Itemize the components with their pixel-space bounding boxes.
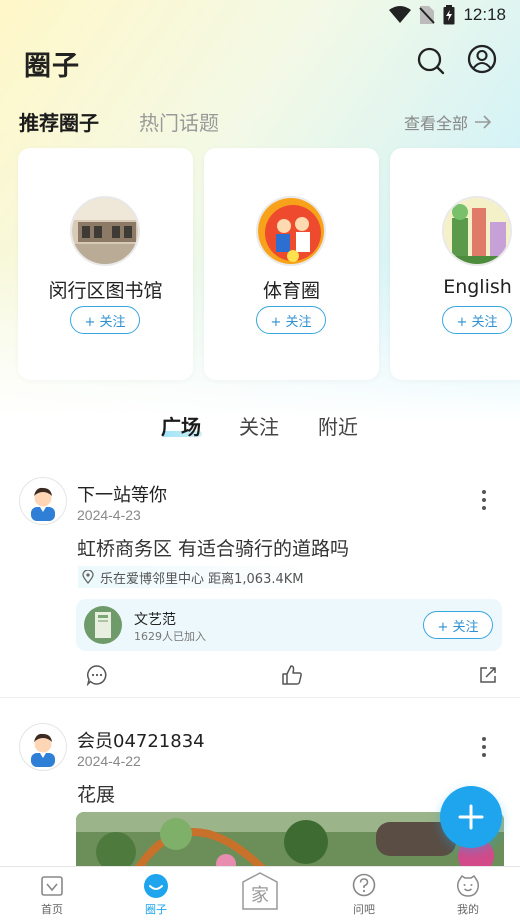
- wifi-icon: [389, 6, 412, 23]
- post-divider: [0, 697, 520, 698]
- nav-ask[interactable]: 问吧: [334, 873, 394, 917]
- circle-avatar: [70, 196, 140, 266]
- more-options-icon[interactable]: [474, 488, 494, 512]
- nav-label: 我的: [457, 903, 479, 916]
- more-options-icon[interactable]: [474, 735, 494, 759]
- location-pin-icon: [82, 570, 94, 584]
- tab-square[interactable]: 广场: [161, 411, 201, 440]
- bottom-navigation: 首页 圈子 家 问吧 我的: [0, 866, 520, 924]
- location-tag[interactable]: 乐在爱博邻里中心 距离1,063.4KM: [78, 566, 312, 588]
- nav-circle[interactable]: 圈子: [126, 873, 186, 917]
- profile-icon[interactable]: [467, 44, 497, 74]
- comment-icon[interactable]: [86, 664, 108, 686]
- smile-icon: [457, 874, 479, 897]
- status-time: 12:18: [463, 5, 506, 24]
- view-all-label: 查看全部: [404, 114, 469, 133]
- post-username[interactable]: 会员04721834: [77, 727, 205, 753]
- avatar[interactable]: [19, 723, 67, 771]
- tab-hot-topics[interactable]: 热门话题: [139, 107, 219, 136]
- location-text: 乐在爱博邻里中心 距离1,063.4KM: [100, 571, 304, 587]
- post-date: 2024-4-23: [77, 507, 141, 523]
- family-icon: 家: [242, 872, 278, 910]
- question-icon: [352, 873, 376, 897]
- arrow-right-icon: [475, 115, 492, 129]
- circle-avatar: [256, 196, 326, 266]
- tab-nearby[interactable]: 附近: [318, 411, 358, 440]
- avatar[interactable]: [19, 477, 67, 525]
- no-sim-icon: [419, 6, 436, 24]
- like-icon[interactable]: [281, 664, 303, 686]
- circle-card-english[interactable]: English + 关注: [390, 148, 520, 380]
- follow-button[interactable]: + 关注: [442, 306, 512, 334]
- post-text[interactable]: 虹桥商务区 有适合骑行的道路吗: [77, 534, 349, 561]
- nav-label: 圈子: [145, 903, 167, 916]
- circle-name: 闵行区图书馆: [48, 280, 163, 302]
- user-avatar-icon: [31, 487, 55, 521]
- nav-label: 首页: [41, 903, 63, 916]
- post-username[interactable]: 下一站等你: [77, 481, 167, 507]
- circle-avatar: [442, 196, 512, 266]
- follow-button[interactable]: + 关注: [423, 611, 493, 639]
- nav-family[interactable]: 家: [230, 871, 290, 911]
- nav-mine[interactable]: 我的: [438, 873, 498, 917]
- view-all-link[interactable]: 查看全部: [404, 110, 492, 134]
- post-date: 2024-4-22: [77, 753, 141, 769]
- post-text[interactable]: 花展: [77, 780, 115, 807]
- plus-icon: [458, 804, 484, 830]
- share-icon[interactable]: [477, 664, 499, 686]
- post-circle-strip[interactable]: 文艺范 1629人已加入 + 关注: [76, 599, 502, 651]
- circle-icon: [144, 874, 168, 898]
- battery-icon: [443, 5, 455, 25]
- circle-card-library[interactable]: 闵行区图书馆 + 关注: [18, 148, 193, 380]
- home-icon: [41, 876, 63, 896]
- circle-thumbnail: [84, 606, 122, 644]
- nav-label: 问吧: [353, 903, 375, 916]
- page-title: 圈子: [24, 51, 80, 82]
- user-avatar-icon: [31, 733, 55, 767]
- circle-name: 文艺范: [134, 612, 176, 628]
- tab-recommended-circles[interactable]: 推荐圈子: [19, 107, 99, 136]
- tab-following[interactable]: 关注: [239, 411, 279, 440]
- search-icon[interactable]: [416, 46, 446, 76]
- follow-button[interactable]: + 关注: [70, 306, 140, 334]
- follow-button[interactable]: + 关注: [256, 306, 326, 334]
- circle-name: 体育圈: [262, 280, 320, 302]
- status-bar: 12:18: [389, 4, 506, 26]
- circle-member-count: 1629人已加入: [134, 630, 206, 643]
- circle-card-sports[interactable]: 体育圈 + 关注: [204, 148, 379, 380]
- svg-text:家: 家: [251, 885, 269, 906]
- circle-name: English: [443, 276, 512, 298]
- create-post-button[interactable]: [440, 786, 502, 848]
- nav-home[interactable]: 首页: [22, 873, 82, 917]
